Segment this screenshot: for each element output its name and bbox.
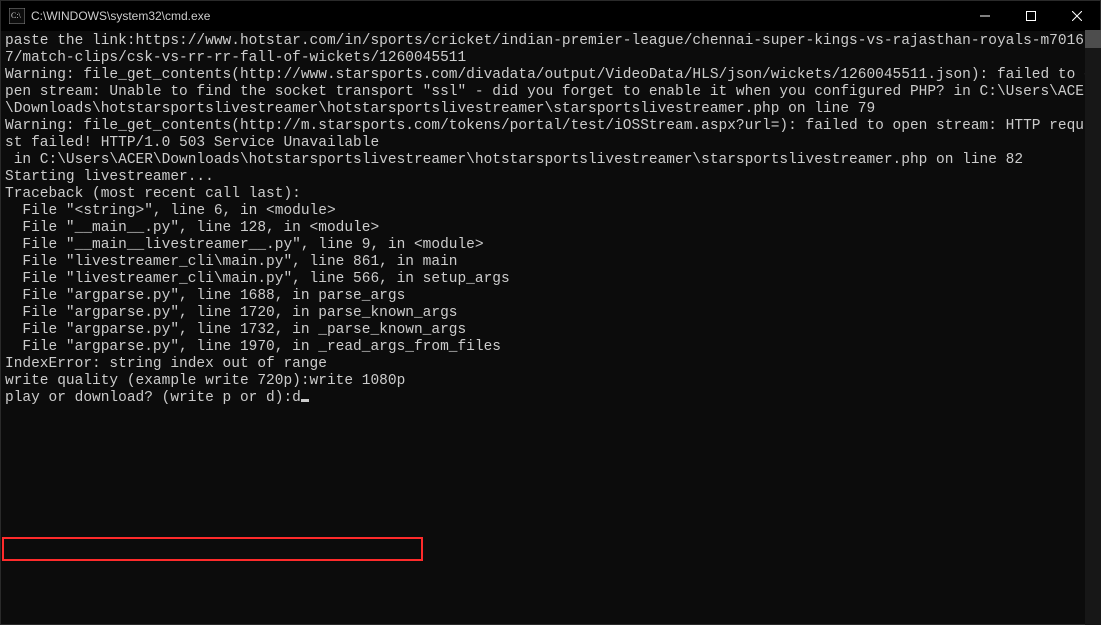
- terminal-line: File "<string>", line 6, in <module>: [5, 203, 1096, 220]
- terminal-line: Warning: file_get_contents(http://m.star…: [5, 118, 1096, 152]
- maximize-button[interactable]: [1008, 1, 1054, 31]
- window-title: C:\WINDOWS\system32\cmd.exe: [31, 9, 962, 23]
- scrollbar-track[interactable]: [1085, 30, 1101, 625]
- terminal-line: File "livestreamer_cli\main.py", line 56…: [5, 271, 1096, 288]
- terminal-line: write quality (example write 720p):write…: [5, 373, 1096, 390]
- terminal-line: in C:\Users\ACER\Downloads\hotstarsports…: [5, 152, 1096, 169]
- terminal-line: paste the link:https://www.hotstar.com/i…: [5, 33, 1096, 67]
- terminal-line: Starting livestreamer...: [5, 169, 1096, 186]
- cmd-icon: C:\: [9, 8, 25, 24]
- terminal-line: File "__main__livestreamer__.py", line 9…: [5, 237, 1096, 254]
- terminal-line: File "__main__.py", line 128, in <module…: [5, 220, 1096, 237]
- terminal-line: File "livestreamer_cli\main.py", line 86…: [5, 254, 1096, 271]
- terminal-line: File "argparse.py", line 1688, in parse_…: [5, 288, 1096, 305]
- terminal-line: File "argparse.py", line 1720, in parse_…: [5, 305, 1096, 322]
- minimize-button[interactable]: [962, 1, 1008, 31]
- terminal-prompt-line[interactable]: play or download? (write p or d):d: [5, 390, 1096, 407]
- prompt-text: play or download? (write p or d):: [5, 390, 292, 406]
- terminal-line: Warning: file_get_contents(http://www.st…: [5, 67, 1096, 118]
- svg-text:C:\: C:\: [11, 11, 22, 20]
- scrollbar-thumb[interactable]: [1085, 30, 1101, 48]
- terminal-output[interactable]: paste the link:https://www.hotstar.com/i…: [1, 31, 1100, 624]
- terminal-line: IndexError: string index out of range: [5, 356, 1096, 373]
- titlebar[interactable]: C:\ C:\WINDOWS\system32\cmd.exe: [1, 1, 1100, 31]
- close-button[interactable]: [1054, 1, 1100, 31]
- terminal-line: File "argparse.py", line 1970, in _read_…: [5, 339, 1096, 356]
- prompt-input[interactable]: d: [292, 390, 301, 406]
- window-controls: [962, 1, 1100, 31]
- cursor: [301, 399, 309, 402]
- terminal-line: File "argparse.py", line 1732, in _parse…: [5, 322, 1096, 339]
- terminal-line: Traceback (most recent call last):: [5, 186, 1096, 203]
- cmd-window: C:\ C:\WINDOWS\system32\cmd.exe paste th…: [0, 0, 1101, 625]
